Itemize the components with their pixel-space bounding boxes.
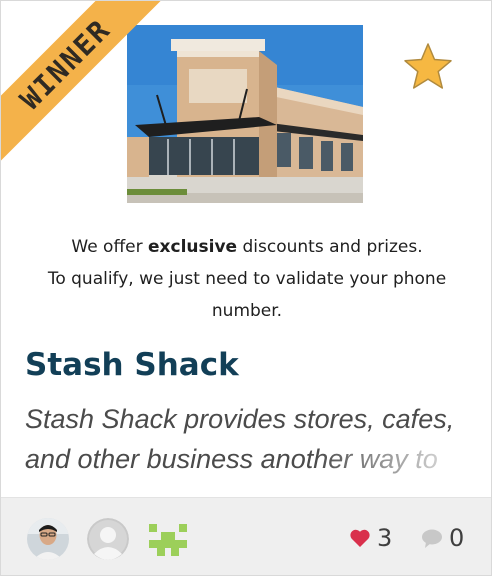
comments-counter[interactable]: 0 [421,520,464,556]
description-text: Stash Shack provides stores, cafes, and … [25,404,455,474]
heart-icon [350,529,370,547]
winner-label: WINNER [13,12,117,116]
comments-count: 0 [449,524,465,552]
likes-counter[interactable]: 3 [349,520,392,556]
likes-count: 3 [377,524,393,552]
card-footer: 3 0 [1,497,491,575]
listing-title[interactable]: Stash Shack [25,347,239,383]
comment-bubble-icon [422,529,442,548]
identicon-avatar[interactable] [147,518,189,560]
star-icon [404,43,452,89]
offer-line2: To qualify, we just need to validate you… [47,269,447,321]
favorite-star-button[interactable] [402,41,454,93]
identicon-icon [147,518,189,560]
offer-line1-bold: exclusive [148,237,238,257]
default-user-avatar[interactable] [87,518,129,560]
user-silhouette-icon [87,518,129,560]
offer-line1-prefix: We offer [71,237,149,257]
listing-description: Stash Shack provides stores, cafes, and … [25,399,475,483]
offer-text: We offer exclusive discounts and prizes.… [19,231,475,327]
user-photo-avatar[interactable] [27,518,69,560]
storefront-building-image[interactable] [127,25,363,203]
offer-line1-suffix: discounts and prizes. [237,237,423,257]
listing-card[interactable]: WINNER We offer exclusive discounts and … [0,0,492,576]
